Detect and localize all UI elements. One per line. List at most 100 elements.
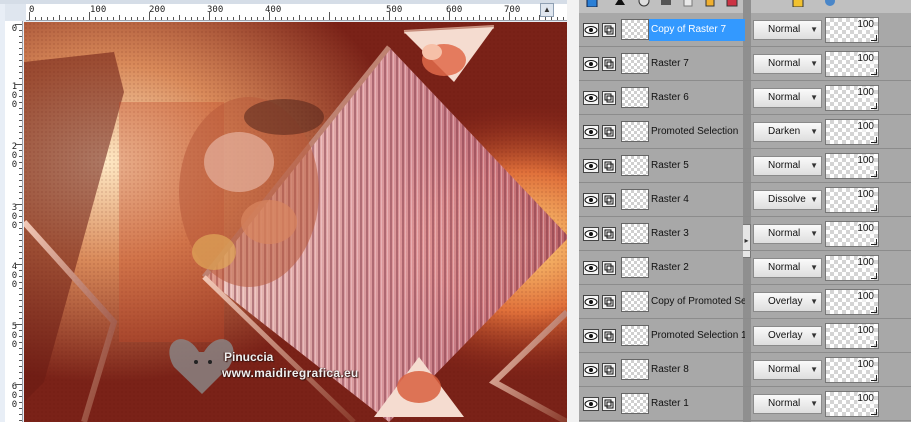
- blend-mode-select[interactable]: Normal ▼: [753, 156, 822, 176]
- opacity-field[interactable]: 100: [825, 221, 879, 247]
- blend-mode-select[interactable]: Darken ▼: [753, 122, 822, 142]
- layer-thumbnail[interactable]: [621, 359, 649, 380]
- layer-name[interactable]: Raster 4: [649, 189, 745, 211]
- layer-thumbnail[interactable]: [621, 121, 649, 142]
- blend-mode-select[interactable]: Normal ▼: [753, 360, 822, 380]
- layer-name[interactable]: Raster 3: [649, 223, 745, 245]
- layer-name-cell[interactable]: Raster 8: [579, 353, 743, 386]
- layer-name-cell[interactable]: Promoted Selection: [579, 115, 743, 148]
- eye-icon[interactable]: [583, 295, 599, 309]
- opacity-field[interactable]: 100: [825, 187, 879, 213]
- scroll-up-button[interactable]: ▲: [540, 3, 554, 17]
- info-icon[interactable]: [823, 0, 837, 7]
- layer-name[interactable]: Promoted Selection: [649, 121, 745, 143]
- layer-link-icon[interactable]: [602, 227, 616, 241]
- layer-row[interactable]: Promoted Selection Darken ▼ 100: [579, 115, 911, 149]
- layer-row[interactable]: Copy of Raster 7 Normal ▼ 100: [579, 13, 911, 47]
- layer-link-icon[interactable]: [602, 57, 616, 71]
- layer-row[interactable]: Promoted Selection 1 Overlay ▼ 100: [579, 319, 911, 353]
- delete-layer-icon[interactable]: [681, 0, 695, 7]
- layer-name-cell[interactable]: Raster 6: [579, 81, 743, 114]
- blend-mode-select[interactable]: Overlay ▼: [753, 292, 822, 312]
- layer-thumbnail[interactable]: [621, 393, 649, 414]
- group-icon[interactable]: [659, 0, 673, 7]
- layer-name[interactable]: Raster 1: [649, 393, 745, 415]
- pin-icon[interactable]: [613, 0, 627, 7]
- layer-thumbnail[interactable]: [621, 325, 649, 346]
- layer-name[interactable]: Raster 5: [649, 155, 745, 177]
- layer-thumbnail[interactable]: [621, 19, 649, 40]
- eye-icon[interactable]: [583, 159, 599, 173]
- artwork-canvas[interactable]: [24, 22, 567, 422]
- layer-thumbnail[interactable]: [621, 155, 649, 176]
- layer-row[interactable]: Copy of Promoted Selection Overlay ▼ 100: [579, 285, 911, 319]
- merge-icon[interactable]: [703, 0, 717, 7]
- eye-icon[interactable]: [583, 363, 599, 377]
- layer-name[interactable]: Copy of Promoted Selection: [649, 291, 745, 313]
- opacity-field[interactable]: 100: [825, 119, 879, 145]
- new-layer-icon[interactable]: [585, 0, 599, 7]
- layer-thumbnail[interactable]: [621, 87, 649, 108]
- blend-mode-select[interactable]: Normal ▼: [753, 258, 822, 278]
- layer-name-cell[interactable]: Copy of Raster 7: [579, 13, 745, 46]
- layer-name[interactable]: Raster 6: [649, 87, 745, 109]
- layer-row[interactable]: Raster 1 Normal ▼ 100: [579, 387, 911, 421]
- layer-row[interactable]: Raster 5 Normal ▼ 100: [579, 149, 911, 183]
- eye-icon[interactable]: [583, 57, 599, 71]
- layer-name-cell[interactable]: Raster 2: [579, 251, 743, 284]
- layer-link-icon[interactable]: [602, 295, 616, 309]
- blend-mode-select[interactable]: Normal ▼: [753, 88, 822, 108]
- layer-link-icon[interactable]: [602, 261, 616, 275]
- blend-mode-select[interactable]: Normal ▼: [753, 20, 822, 40]
- eye-icon[interactable]: [583, 227, 599, 241]
- layer-name-cell[interactable]: Raster 7: [579, 47, 743, 80]
- eye-icon[interactable]: [583, 91, 599, 105]
- layer-row[interactable]: Raster 4 Dissolve ▼ 100: [579, 183, 911, 217]
- panel-divider[interactable]: [567, 0, 579, 422]
- layer-thumbnail[interactable]: [621, 53, 649, 74]
- layer-name-cell[interactable]: Raster 4: [579, 183, 743, 216]
- eye-icon[interactable]: [583, 193, 599, 207]
- layer-thumbnail[interactable]: [621, 189, 649, 210]
- blend-mode-select[interactable]: Normal ▼: [753, 224, 822, 244]
- opacity-field[interactable]: 100: [825, 255, 879, 281]
- blend-mode-select[interactable]: Dissolve ▼: [753, 190, 822, 210]
- layer-link-icon[interactable]: [602, 125, 616, 139]
- opacity-field[interactable]: 100: [825, 17, 879, 43]
- layer-link-icon[interactable]: [602, 397, 616, 411]
- layer-name-cell[interactable]: Raster 1: [579, 387, 743, 420]
- opacity-field[interactable]: 100: [825, 289, 879, 315]
- layer-link-icon[interactable]: [602, 193, 616, 207]
- opacity-field[interactable]: 100: [825, 85, 879, 111]
- eye-icon[interactable]: [583, 397, 599, 411]
- layer-link-icon[interactable]: [602, 23, 616, 37]
- layer-row[interactable]: Raster 3 Normal ▼ 100: [579, 217, 911, 251]
- layer-row[interactable]: Raster 8 Normal ▼ 100: [579, 353, 911, 387]
- opacity-field[interactable]: 100: [825, 153, 879, 179]
- layer-name[interactable]: Promoted Selection 1: [649, 325, 745, 347]
- layer-name-cell[interactable]: Raster 3: [579, 217, 743, 250]
- eye-icon[interactable]: [583, 23, 599, 37]
- opacity-field[interactable]: 100: [825, 357, 879, 383]
- layer-thumbnail[interactable]: [621, 257, 649, 278]
- layer-link-icon[interactable]: [602, 363, 616, 377]
- eye-icon[interactable]: [583, 261, 599, 275]
- layer-thumbnail[interactable]: [621, 291, 649, 312]
- layer-row[interactable]: Raster 2 Normal ▼ 100: [579, 251, 911, 285]
- layer-name[interactable]: Copy of Raster 7: [649, 19, 745, 41]
- layer-name[interactable]: Raster 8: [649, 359, 745, 381]
- properties-icon[interactable]: [725, 0, 739, 7]
- opacity-field[interactable]: 100: [825, 323, 879, 349]
- blend-mode-select[interactable]: Normal ▼: [753, 394, 822, 414]
- layer-thumbnail[interactable]: [621, 223, 649, 244]
- blend-mode-select[interactable]: Overlay ▼: [753, 326, 822, 346]
- layer-name[interactable]: Raster 7: [649, 53, 745, 75]
- eye-icon[interactable]: [583, 125, 599, 139]
- layer-row[interactable]: Raster 6 Normal ▼ 100: [579, 81, 911, 115]
- lock-icon[interactable]: [791, 0, 805, 7]
- mask-icon[interactable]: [637, 0, 651, 7]
- layer-row[interactable]: Raster 7 Normal ▼ 100: [579, 47, 911, 81]
- opacity-field[interactable]: 100: [825, 51, 879, 77]
- eye-icon[interactable]: [583, 329, 599, 343]
- blend-mode-select[interactable]: Normal ▼: [753, 54, 822, 74]
